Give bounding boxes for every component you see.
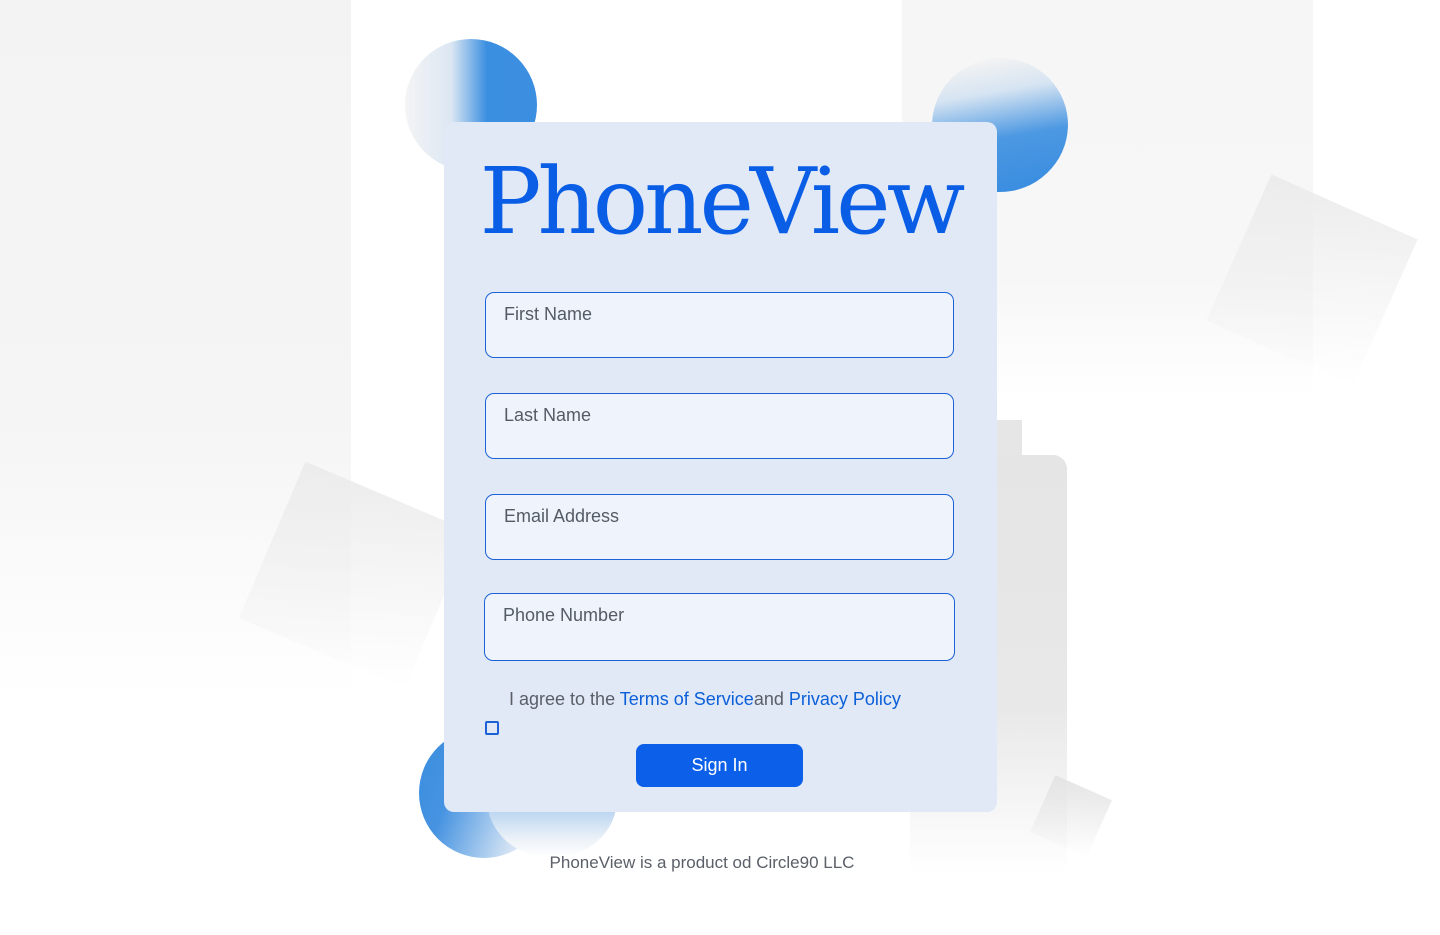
- sign-in-button[interactable]: Sign In: [636, 744, 803, 787]
- agreement-text: I agree to the Terms of Serviceand Priva…: [509, 689, 901, 710]
- page: PhoneView First Name Last Name Email Add…: [0, 0, 1440, 935]
- email-input[interactable]: [486, 495, 953, 559]
- agreement-prefix: I agree to the: [509, 689, 616, 709]
- first-name-field[interactable]: First Name: [485, 292, 954, 358]
- privacy-policy-link[interactable]: Privacy Policy: [789, 689, 901, 709]
- last-name-field[interactable]: Last Name: [485, 393, 954, 459]
- footer-text: PhoneView is a product od Circle90 LLC: [549, 853, 855, 872]
- phone-number-field[interactable]: Phone Number: [484, 593, 955, 661]
- phone-number-input[interactable]: [485, 594, 954, 660]
- agree-checkbox[interactable]: [485, 721, 499, 735]
- terms-of-service-link[interactable]: Terms of Service: [620, 689, 754, 709]
- email-field[interactable]: Email Address: [485, 494, 954, 560]
- brand-logo: PhoneView: [479, 148, 966, 255]
- last-name-input[interactable]: [486, 394, 953, 458]
- first-name-input[interactable]: [486, 293, 953, 357]
- agreement-conjunction: and: [753, 689, 784, 709]
